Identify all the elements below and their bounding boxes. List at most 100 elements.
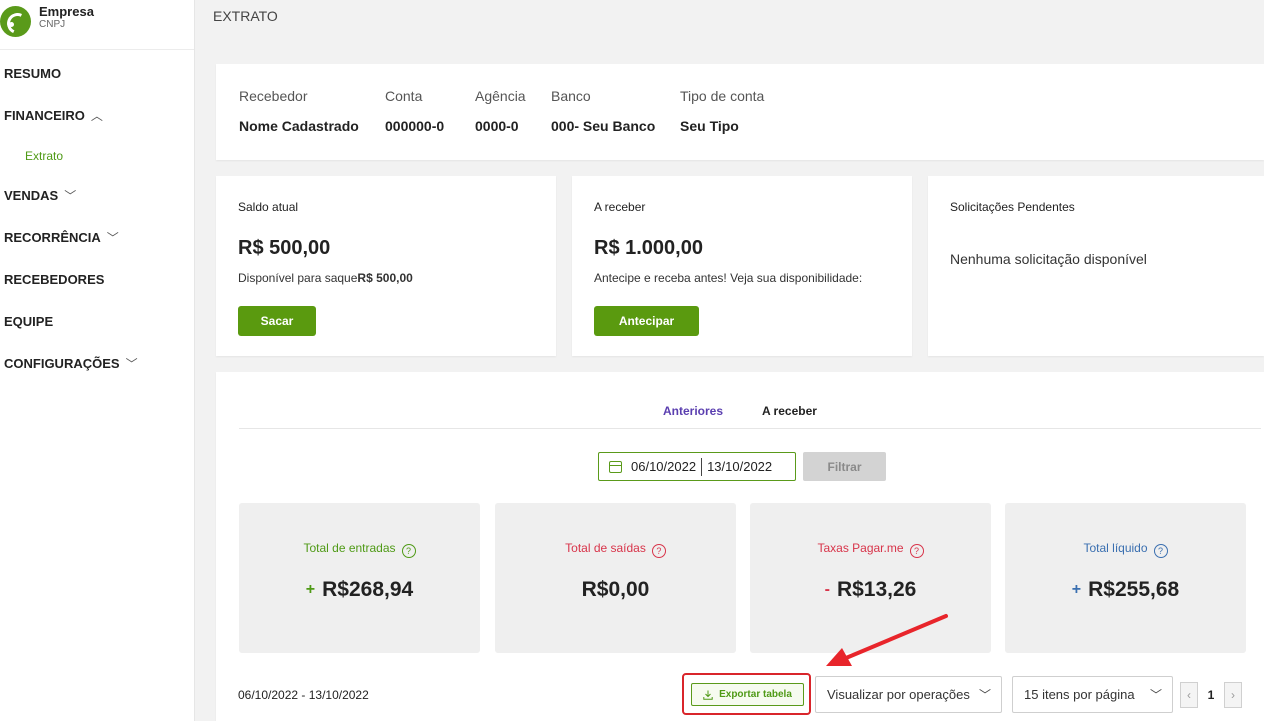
select-value: 15 itens por página bbox=[1024, 687, 1135, 702]
sidebar-item-label: VENDAS bbox=[4, 188, 59, 203]
current-balance-card: Saldo atual R$ 500,00 Disponível para sa… bbox=[216, 176, 556, 356]
sidebar: Empresa CNPJ RESUMO FINANCEIRO ︿ Extrato … bbox=[0, 0, 195, 721]
account-column-agencia: Agência 0000-0 bbox=[475, 88, 526, 134]
sidebar-item-vendas[interactable]: VENDAS ﹀ bbox=[0, 186, 194, 228]
export-table-button[interactable]: Exportar tabela bbox=[691, 683, 804, 706]
statement-panel: Anteriores A receber 06/10/2022 13/10/20… bbox=[216, 372, 1264, 721]
export-label: Exportar tabela bbox=[719, 689, 792, 700]
stat-label: Total de saídas? bbox=[495, 541, 736, 558]
chevron-down-icon: ﹀ bbox=[978, 688, 991, 702]
sidebar-item-label: RECORRÊNCIA bbox=[4, 230, 101, 245]
brand[interactable]: Empresa CNPJ bbox=[0, 0, 194, 50]
column-value: Seu Tipo bbox=[680, 118, 739, 134]
sidebar-item-recebedores[interactable]: RECEBEDORES bbox=[0, 270, 194, 312]
sidebar-item-recorrencia[interactable]: RECORRÊNCIA ﹀ bbox=[0, 228, 194, 270]
next-page-button[interactable]: › bbox=[1224, 682, 1242, 708]
stat-amount: R$13,26 bbox=[836, 578, 917, 601]
help-icon[interactable]: ? bbox=[909, 544, 924, 558]
withdraw-button[interactable]: Sacar bbox=[238, 306, 316, 336]
company-logo-icon bbox=[0, 6, 31, 37]
stat-value: + R$255,68 bbox=[1005, 578, 1246, 602]
stat-label: Total de entradas? bbox=[239, 541, 480, 558]
current-page[interactable]: 1 bbox=[1198, 688, 1224, 702]
column-header: Agência bbox=[475, 88, 526, 104]
stat-label-text: Total líquido bbox=[1083, 541, 1148, 555]
chevron-down-icon: ﹀ bbox=[106, 231, 119, 245]
card-title: A receber bbox=[594, 200, 646, 214]
page-title: EXTRATO bbox=[213, 8, 278, 24]
column-header: Recebedor bbox=[239, 88, 308, 104]
sidebar-item-equipe[interactable]: EQUIPE bbox=[0, 312, 194, 354]
company-subtitle: CNPJ bbox=[39, 19, 66, 30]
receivable-amount: R$ 1.000,00 bbox=[594, 237, 703, 259]
stat-total-liquido: Total líquido? + R$255,68 bbox=[1005, 503, 1246, 653]
chevron-down-icon: ﹀ bbox=[1149, 688, 1162, 702]
pending-requests-card: Solicitações Pendentes Nenhuma solicitaç… bbox=[928, 176, 1264, 356]
balance-note-value: R$ 500,00 bbox=[357, 271, 413, 285]
stat-sign: + bbox=[305, 581, 316, 598]
account-column-recebedor: Recebedor Nome Cadastrado bbox=[239, 88, 359, 134]
download-icon bbox=[703, 690, 713, 700]
balance-note: Disponível para saqueR$ 500,00 bbox=[238, 271, 413, 285]
balance-note-text: Disponível para saque bbox=[238, 271, 358, 285]
select-value: Visualizar por operações bbox=[827, 687, 970, 702]
stat-value: R$0,00 bbox=[495, 578, 736, 602]
stat-value: + R$268,94 bbox=[239, 578, 480, 602]
date-range-picker[interactable]: 06/10/2022 13/10/2022 bbox=[598, 452, 796, 481]
stat-label-text: Total de entradas bbox=[303, 541, 396, 555]
selected-range-text: 06/10/2022 - 13/10/2022 bbox=[238, 688, 369, 702]
sidebar-item-label: RESUMO bbox=[4, 66, 62, 81]
account-column-tipo-conta: Tipo de conta Seu Tipo bbox=[680, 88, 764, 134]
items-per-page-select[interactable]: 15 itens por página ﹀ bbox=[1012, 676, 1173, 713]
stat-sign: - bbox=[824, 581, 830, 598]
sidebar-item-configuracoes[interactable]: CONFIGURAÇÕES ﹀ bbox=[0, 354, 194, 396]
anticipate-button[interactable]: Antecipar bbox=[594, 306, 699, 336]
help-icon[interactable]: ? bbox=[401, 544, 416, 558]
column-header: Conta bbox=[385, 88, 423, 104]
sidebar-item-financeiro[interactable]: FINANCEIRO ︿ bbox=[0, 106, 194, 148]
account-column-banco: Banco 000- Seu Banco bbox=[551, 88, 655, 134]
calendar-icon bbox=[609, 460, 622, 473]
card-title: Saldo atual bbox=[238, 200, 299, 214]
sidebar-item-label: FINANCEIRO bbox=[4, 108, 85, 123]
date-separator bbox=[701, 457, 703, 476]
column-header: Tipo de conta bbox=[680, 88, 765, 104]
stat-label: Taxas Pagar.me? bbox=[750, 541, 991, 558]
statement-tabs: Anteriores A receber bbox=[239, 402, 1261, 429]
view-mode-select[interactable]: Visualizar por operações ﹀ bbox=[815, 676, 1002, 713]
stat-label-text: Total de saídas bbox=[565, 541, 646, 555]
stat-amount: R$255,68 bbox=[1088, 578, 1180, 601]
tab-anteriores[interactable]: Anteriores bbox=[663, 404, 723, 418]
stat-amount: R$268,94 bbox=[322, 578, 414, 601]
help-icon[interactable]: ? bbox=[1153, 544, 1168, 558]
stat-total-entradas: Total de entradas? + R$268,94 bbox=[239, 503, 480, 653]
help-icon[interactable]: ? bbox=[651, 544, 666, 558]
column-value: 000- Seu Banco bbox=[551, 118, 656, 134]
end-date: 13/10/2022 bbox=[707, 459, 773, 474]
card-title: Solicitações Pendentes bbox=[950, 200, 1075, 214]
brand-text: Empresa CNPJ bbox=[39, 4, 94, 31]
previous-page-button[interactable]: ‹ bbox=[1180, 682, 1198, 708]
start-date: 06/10/2022 bbox=[631, 459, 697, 474]
sidebar-nav: RESUMO FINANCEIRO ︿ Extrato VENDAS ﹀ RECOR… bbox=[0, 50, 194, 396]
balance-amount: R$ 500,00 bbox=[238, 237, 331, 259]
receivable-note: Antecipe e receba antes! Veja sua dispon… bbox=[594, 271, 863, 285]
receivable-card: A receber R$ 1.000,00 Antecipe e receba … bbox=[572, 176, 912, 356]
account-column-conta: Conta 000000-0 bbox=[385, 88, 444, 134]
stat-taxas: Taxas Pagar.me? - R$13,26 bbox=[750, 503, 991, 653]
company-name: Empresa bbox=[39, 4, 94, 19]
stat-sign: + bbox=[1071, 581, 1082, 598]
sidebar-item-resumo[interactable]: RESUMO bbox=[0, 64, 194, 106]
sidebar-item-label: EQUIPE bbox=[4, 314, 54, 329]
sidebar-subitem-extrato[interactable]: Extrato bbox=[0, 148, 194, 186]
filter-button[interactable]: Filtrar bbox=[803, 452, 886, 481]
stat-label: Total líquido? bbox=[1005, 541, 1246, 558]
pending-empty-message: Nenhuma solicitação disponível bbox=[950, 251, 1147, 267]
sidebar-item-label: CONFIGURAÇÕES bbox=[4, 356, 120, 371]
pagination: ‹ 1 › bbox=[1180, 681, 1246, 709]
stat-value: - R$13,26 bbox=[750, 578, 991, 602]
stat-total-saidas: Total de saídas? R$0,00 bbox=[495, 503, 736, 653]
column-value: 000000-0 bbox=[385, 118, 445, 134]
tab-a-receber[interactable]: A receber bbox=[762, 404, 817, 418]
account-info-card: Recebedor Nome Cadastrado Conta 000000-0… bbox=[216, 64, 1264, 160]
